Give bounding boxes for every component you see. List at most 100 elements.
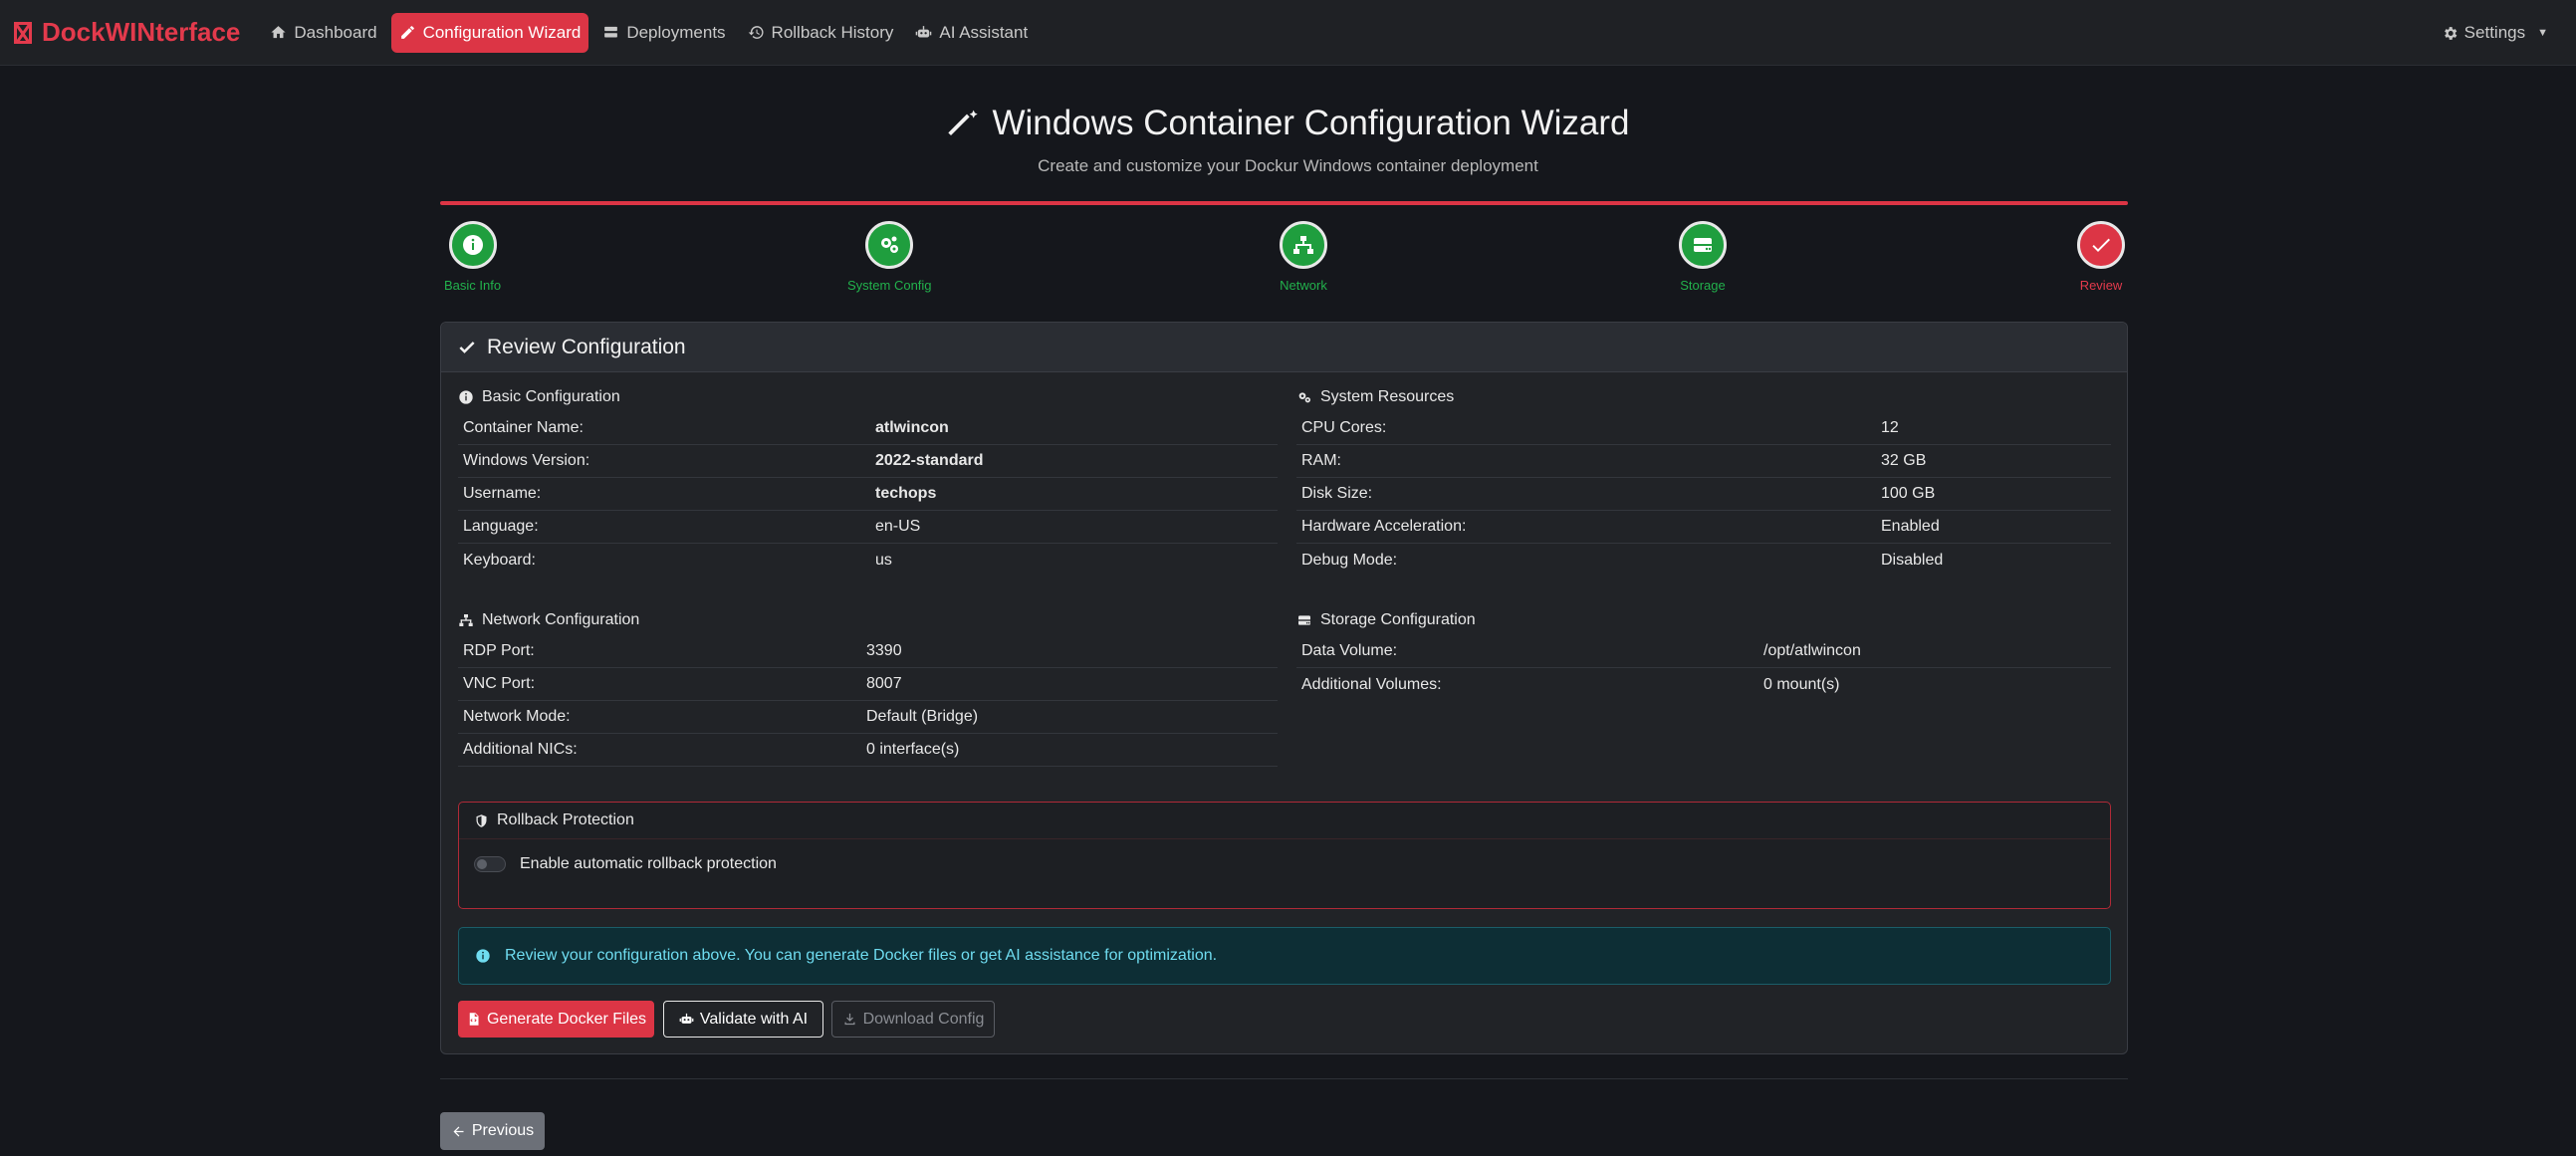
row-key: Windows Version: — [463, 452, 590, 469]
review-card-header: Review Configuration — [441, 323, 2127, 372]
step-system-config-circle — [865, 221, 914, 269]
table-row: CPU Cores: 12 — [1296, 412, 2111, 445]
page-title: Windows Container Configuration Wizard — [0, 104, 2576, 143]
network-icon — [1293, 236, 1313, 254]
table-row: Container Name: atlwincon — [458, 412, 1278, 445]
rollback-toggle-label[interactable]: Enable automatic rollback protection — [520, 855, 777, 873]
row-key: Language: — [463, 518, 539, 535]
step-storage-circle — [1679, 221, 1727, 269]
chevron-down-icon: ▼ — [2537, 27, 2548, 39]
step-storage-label: Storage — [1680, 278, 1726, 293]
row-value: Default (Bridge) — [866, 708, 979, 725]
row-key: Additional NICs: — [463, 741, 578, 758]
gear-icon — [2444, 26, 2457, 40]
row-key: Debug Mode: — [1301, 551, 1398, 569]
row-value: Disabled — [1881, 551, 1944, 569]
nav-dashboard-label: Dashboard — [294, 22, 377, 42]
brand-name: DockWINterface — [42, 17, 241, 47]
generate-docker-files-button[interactable]: Generate Docker Files — [458, 1001, 654, 1038]
table-row: RAM: 32 GB — [1296, 445, 2111, 478]
row-key: Hardware Acceleration: — [1301, 518, 1467, 535]
server-icon — [604, 26, 618, 38]
step-review-label: Review — [2079, 278, 2123, 293]
nav-rollback-history[interactable]: Rollback History — [740, 13, 902, 53]
system-resources-heading: System Resources — [1296, 388, 1454, 406]
download-icon — [844, 1013, 855, 1026]
step-basic-info-circle — [448, 221, 497, 269]
network-config-title: Network Configuration — [482, 611, 640, 628]
storage-config-table: Data Volume: /opt/atlwincon Additional Vo… — [1296, 635, 2111, 701]
row-key: Data Volume: — [1301, 642, 1398, 659]
nav-rollback-history-label: Rollback History — [771, 22, 894, 42]
table-row: Additional NICs: 0 interface(s) — [458, 734, 1278, 767]
nav-ai-assistant[interactable]: AI Assistant — [907, 13, 1036, 53]
page-subtitle: Create and customize your Dockur Windows… — [1038, 156, 1538, 175]
row-value: 12 — [1881, 419, 1899, 436]
row-value: Enabled — [1881, 518, 1940, 535]
page-title-text: Windows Container Configuration Wizard — [992, 104, 1630, 142]
arrow-left-icon — [453, 1126, 464, 1136]
previous-button[interactable]: Previous — [440, 1112, 545, 1150]
row-value: 3390 — [866, 642, 902, 659]
storage-config-title: Storage Configuration — [1320, 611, 1476, 628]
row-value: 8007 — [866, 675, 902, 692]
info-alert: Review your configuration above. You can… — [458, 927, 2111, 985]
settings-dropdown[interactable]: Settings ▼ — [2442, 13, 2548, 53]
home-icon — [271, 26, 286, 39]
table-row: Keyboard: us — [458, 544, 1278, 577]
step-system-config-label: System Config — [847, 278, 932, 293]
step-system-config[interactable]: System Config — [847, 221, 932, 293]
rollback-toggle-row: Enable automatic rollback protection — [459, 839, 2110, 889]
table-row: Hardware Acceleration: Enabled — [1296, 511, 2111, 544]
rollback-toggle-switch[interactable] — [474, 856, 506, 872]
network-icon — [459, 614, 473, 626]
row-value: 0 interface(s) — [866, 741, 960, 758]
nav-configuration-wizard[interactable]: Configuration Wizard — [390, 12, 589, 53]
footer-divider — [440, 1078, 2128, 1079]
row-key: VNC Port: — [463, 675, 536, 692]
table-row: Network Mode: Default (Bridge) — [458, 701, 1278, 734]
step-basic-info[interactable]: Basic Info — [444, 221, 501, 293]
check-icon — [2092, 238, 2110, 252]
brand[interactable]: DockWINterface — [14, 17, 240, 48]
table-row: Debug Mode: Disabled — [1296, 544, 2111, 577]
settings-label: Settings — [2463, 23, 2526, 42]
table-row: VNC Port: 8007 — [458, 668, 1278, 701]
magic-wand-icon — [947, 110, 978, 135]
rollback-protection-panel: Rollback Protection Enable automatic rol… — [458, 802, 2111, 909]
info-icon — [459, 390, 473, 404]
download-config-label: Download Config — [862, 1010, 985, 1028]
step-storage[interactable]: Storage — [1679, 221, 1727, 293]
storage-config-heading: Storage Configuration — [1296, 611, 1476, 629]
hdd-icon — [1694, 238, 1712, 252]
row-key: Username: — [463, 485, 542, 502]
validate-with-ai-label: Validate with AI — [699, 1010, 809, 1028]
step-network[interactable]: Network — [1280, 221, 1327, 293]
row-value: 100 GB — [1881, 485, 1936, 502]
system-resources-title: System Resources — [1320, 388, 1455, 405]
row-key: Disk Size: — [1301, 485, 1373, 502]
file-code-icon — [469, 1013, 479, 1026]
table-row: Data Volume: /opt/atlwincon — [1296, 635, 2111, 668]
nav-ai-assistant-label: AI Assistant — [939, 22, 1029, 42]
step-network-label: Network — [1280, 278, 1327, 293]
table-row: Username: techops — [458, 478, 1278, 511]
top-navbar: DockWINterface Dashboard Configuration W… — [0, 0, 2576, 66]
review-card: Review Configuration Basic Configuration… — [440, 322, 2128, 1054]
nav-configuration-wizard-label: Configuration Wizard — [422, 22, 582, 42]
robot-icon — [916, 26, 932, 38]
step-basic-info-label: Basic Info — [444, 278, 502, 293]
hdd-icon — [1298, 615, 1310, 625]
check-icon — [459, 341, 475, 353]
nav-dashboard[interactable]: Dashboard — [262, 13, 384, 53]
validate-with-ai-button[interactable]: Validate with AI — [663, 1001, 823, 1038]
cogs-icon — [1298, 392, 1310, 403]
wizard-progress-bar — [440, 201, 2128, 205]
row-value: techops — [875, 485, 937, 502]
step-review[interactable]: Review — [2077, 221, 2125, 293]
pencil-icon — [400, 26, 414, 39]
nav-deployments[interactable]: Deployments — [594, 13, 733, 53]
download-config-button[interactable]: Download Config — [831, 1001, 995, 1038]
table-row: Windows Version: 2022-standard — [458, 445, 1278, 478]
network-config-table: RDP Port: 3390 VNC Port: 8007 Network Mode… — [458, 635, 1278, 767]
